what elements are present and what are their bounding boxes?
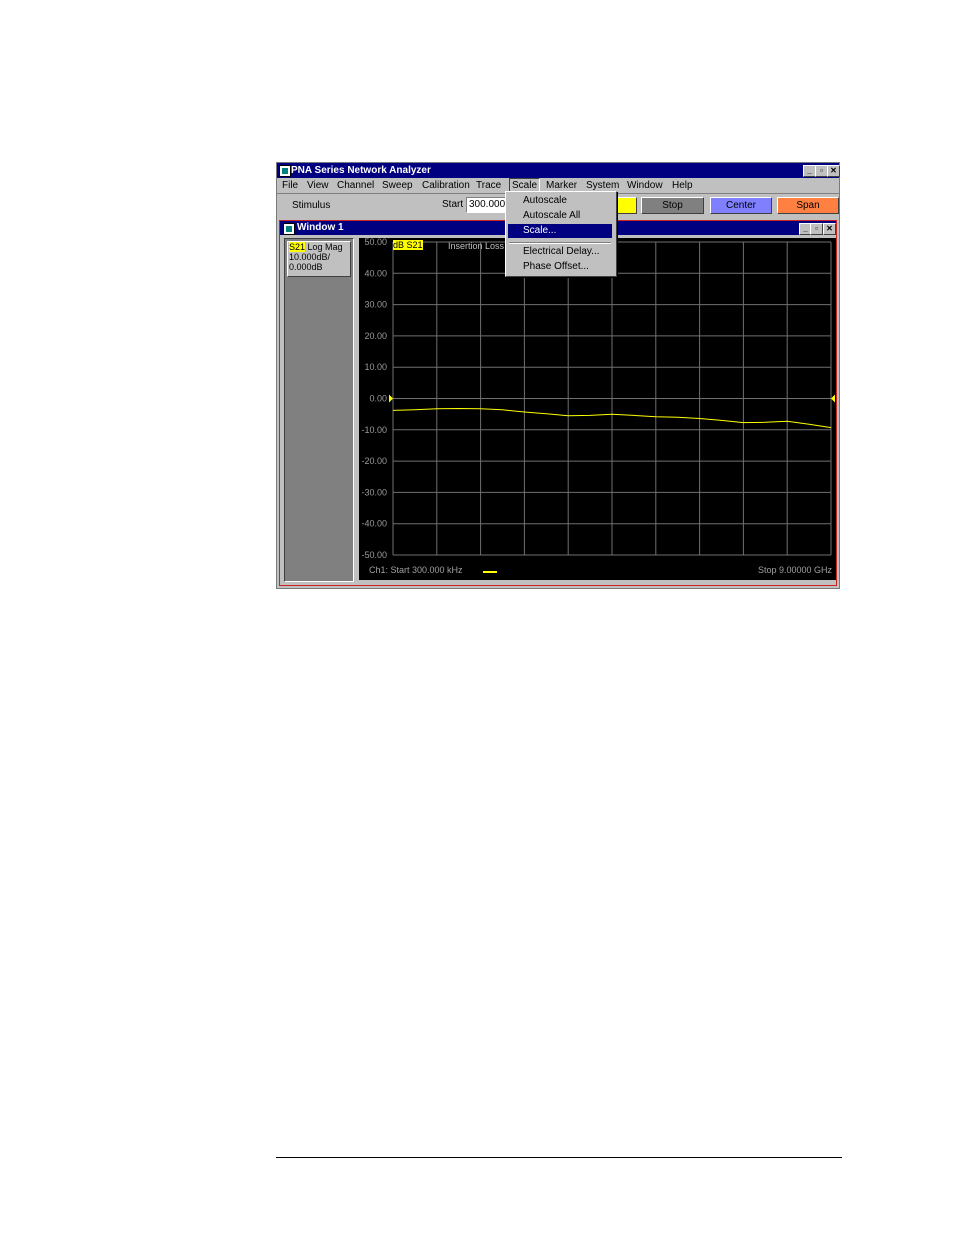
y-tick-label: -40.00 xyxy=(361,519,387,529)
trace-status-box[interactable]: S21 Log Mag 10.000dB/ 0.000dB xyxy=(287,241,351,277)
stop-button[interactable]: Stop xyxy=(641,197,704,214)
menu-separator xyxy=(509,242,611,244)
child-maximize-icon[interactable]: ▫ xyxy=(810,223,823,235)
child-window-title: Window 1 xyxy=(297,222,344,233)
y-tick-label: 40.00 xyxy=(364,268,387,278)
trace-tag: dB S21 xyxy=(393,240,423,250)
reference-marker-left xyxy=(389,394,393,403)
menu-autoscale[interactable]: Autoscale xyxy=(508,194,612,208)
trace-reference: 0.000dB xyxy=(289,262,323,272)
menu-file[interactable]: File xyxy=(280,179,300,192)
menu-electrical-delay[interactable]: Electrical Delay... xyxy=(508,245,612,259)
window-icon xyxy=(283,223,295,235)
footer-stop: Stop 9.00000 GHz xyxy=(757,565,832,575)
start-label: Start xyxy=(442,199,464,210)
app-icon xyxy=(279,165,291,177)
y-tick-label: -10.00 xyxy=(361,425,387,435)
y-tick-label: 30.00 xyxy=(364,300,387,310)
menu-channel[interactable]: Channel xyxy=(335,179,376,192)
menu-help[interactable]: Help xyxy=(670,179,695,192)
menu-scale-dialog[interactable]: Scale... xyxy=(508,224,612,238)
close-icon[interactable]: ✕ xyxy=(827,165,840,177)
window-title: PNA Series Network Analyzer xyxy=(291,165,431,176)
child-close-icon[interactable]: ✕ xyxy=(823,223,836,235)
menu-trace[interactable]: Trace xyxy=(474,179,503,192)
trace-param: S21 xyxy=(289,242,306,252)
trace-plot: 50.00 40.00 30.00 20.00 10.00 0.00 -10.00 -20.0… xyxy=(361,237,835,560)
menu-autoscale-all[interactable]: Autoscale All xyxy=(508,209,612,223)
y-tick-label: 20.00 xyxy=(364,331,387,341)
reference-marker-right xyxy=(831,394,835,403)
scale-dropdown-menu: Autoscale Autoscale All Scale... Electri… xyxy=(505,191,617,277)
y-tick-label: -50.00 xyxy=(361,550,387,560)
start-button[interactable] xyxy=(617,197,637,214)
trace-legend-swatch xyxy=(483,571,497,573)
page-footer-rule xyxy=(276,1157,842,1158)
y-tick-label: 10.00 xyxy=(364,362,387,372)
menu-phase-offset[interactable]: Phase Offset... xyxy=(508,260,612,274)
title-bar[interactable]: PNA Series Network Analyzer _ ▫ ✕ xyxy=(277,163,840,178)
trace-title: Insertion Loss xyxy=(448,241,505,251)
menu-window[interactable]: Window xyxy=(625,179,665,192)
trace-format: Log Mag xyxy=(307,242,343,252)
center-button[interactable]: Center xyxy=(710,197,772,214)
menu-sweep[interactable]: Sweep xyxy=(380,179,415,192)
trace-scale: 10.000dB/ xyxy=(289,252,331,262)
footer-start: Ch1: Start 300.000 kHz xyxy=(369,565,463,575)
menu-calibration[interactable]: Calibration xyxy=(420,179,472,192)
y-tick-label: 50.00 xyxy=(364,238,387,247)
stimulus-label: Stimulus xyxy=(292,200,331,211)
y-tick-label: 0.00 xyxy=(369,394,387,404)
measurement-display[interactable]: 50.00 40.00 30.00 20.00 10.00 0.00 -10.00 -20.0… xyxy=(359,237,836,580)
span-button[interactable]: Span xyxy=(777,197,839,214)
y-tick-label: -20.00 xyxy=(361,456,387,466)
menu-view[interactable]: View xyxy=(305,179,331,192)
y-tick-label: -30.00 xyxy=(361,487,387,497)
trace-status-panel: S21 Log Mag 10.000dB/ 0.000dB xyxy=(284,238,354,582)
